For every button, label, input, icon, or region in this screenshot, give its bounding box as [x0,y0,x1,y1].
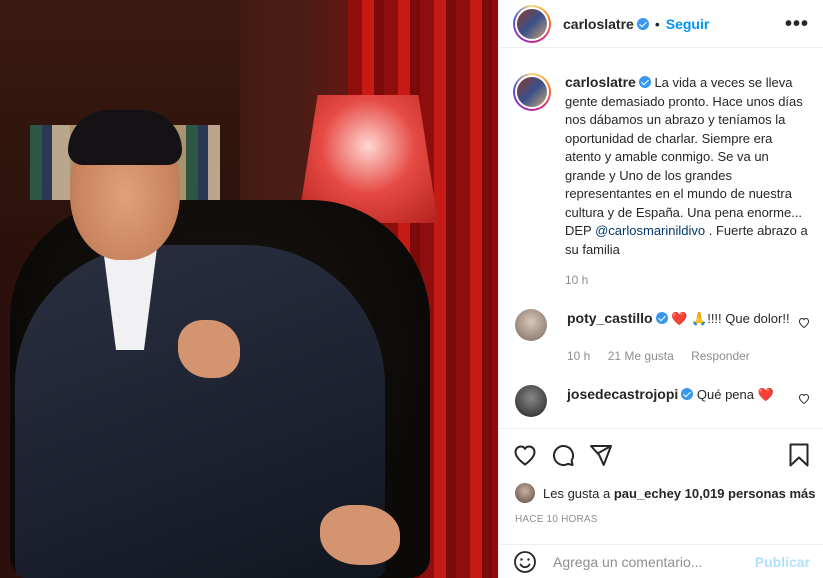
post-caption: carloslatre La vida a veces se lleva gen… [513,49,810,259]
comment-input[interactable]: Agrega un comentario... [553,554,755,570]
verified-icon [636,17,649,30]
reply-button[interactable]: Responder [691,349,750,363]
comment-likes[interactable]: 21 Me gusta [608,349,674,363]
follow-button[interactable]: Seguir [666,16,710,32]
comment-item: josedecastrojopi Qué pena ❤️ [513,385,810,417]
comment-avatar[interactable] [515,385,547,417]
likes-count[interactable]: y 10,019 personas más [674,486,816,501]
verified-icon [655,312,668,324]
verified-icon [681,388,694,400]
comment-meta: 10 h 21 Me gusta Responder [567,349,810,363]
likes-prefix: Les gusta a [543,485,611,501]
liker-username[interactable]: pau_eche [614,486,674,501]
caption-avatar[interactable] [513,73,551,111]
caption-text: carloslatre La vida a veces se lleva gen… [565,73,810,259]
comment-item: poty_castillo ❤️ 🙏!!!! Que dolor!! [513,309,810,341]
post-photo[interactable] [0,0,498,578]
share-icon[interactable] [589,443,613,467]
comment-icon[interactable] [551,443,575,467]
caption-text-start: La vida a veces se lleva gente demasiado… [565,75,803,238]
verified-icon [638,76,651,88]
man-hand [178,320,240,378]
bookmark-icon[interactable] [788,443,810,467]
man-hair [68,110,182,165]
post-header: carloslatre • Seguir ••• [499,0,823,48]
liker-avatar [515,483,535,503]
post-actions [499,428,823,480]
like-comment-icon[interactable] [798,393,810,404]
like-comment-icon[interactable] [798,317,810,328]
avatar[interactable] [513,4,551,43]
caption-time[interactable]: 10 h [565,273,810,287]
emoji-icon[interactable] [513,550,537,574]
likes-summary[interactable]: Les gusta a pau_eche y 10,019 personas m… [515,483,815,503]
comment-avatar[interactable] [515,309,547,341]
comment-text: Qué pena ❤️ [696,387,774,402]
man-hand [320,505,400,565]
post-timestamp[interactable]: HACE 10 HORAS [515,514,598,525]
comment-text: ❤️ 🙏!!!! Que dolor!! [671,311,790,326]
more-options-icon[interactable]: ••• [785,14,809,34]
post-panel: carloslatre • Seguir ••• carloslatre La … [498,0,823,578]
separator-dot: • [654,15,660,32]
comment-username[interactable]: poty_castillo [567,310,653,326]
add-comment-bar: Agrega un comentario... Publicar [499,544,823,578]
like-icon[interactable] [513,444,537,466]
publish-button[interactable]: Publicar [755,554,810,570]
caption-username[interactable]: carloslatre [565,74,636,90]
caption-mention-link[interactable]: @carlosmarinildivo [595,223,705,238]
comment-username[interactable]: josedecastrojopi [567,386,678,402]
header-username[interactable]: carloslatre [563,16,634,32]
comment-time[interactable]: 10 h [567,349,590,363]
comments-section[interactable]: carloslatre La vida a veces se lleva gen… [499,49,823,427]
